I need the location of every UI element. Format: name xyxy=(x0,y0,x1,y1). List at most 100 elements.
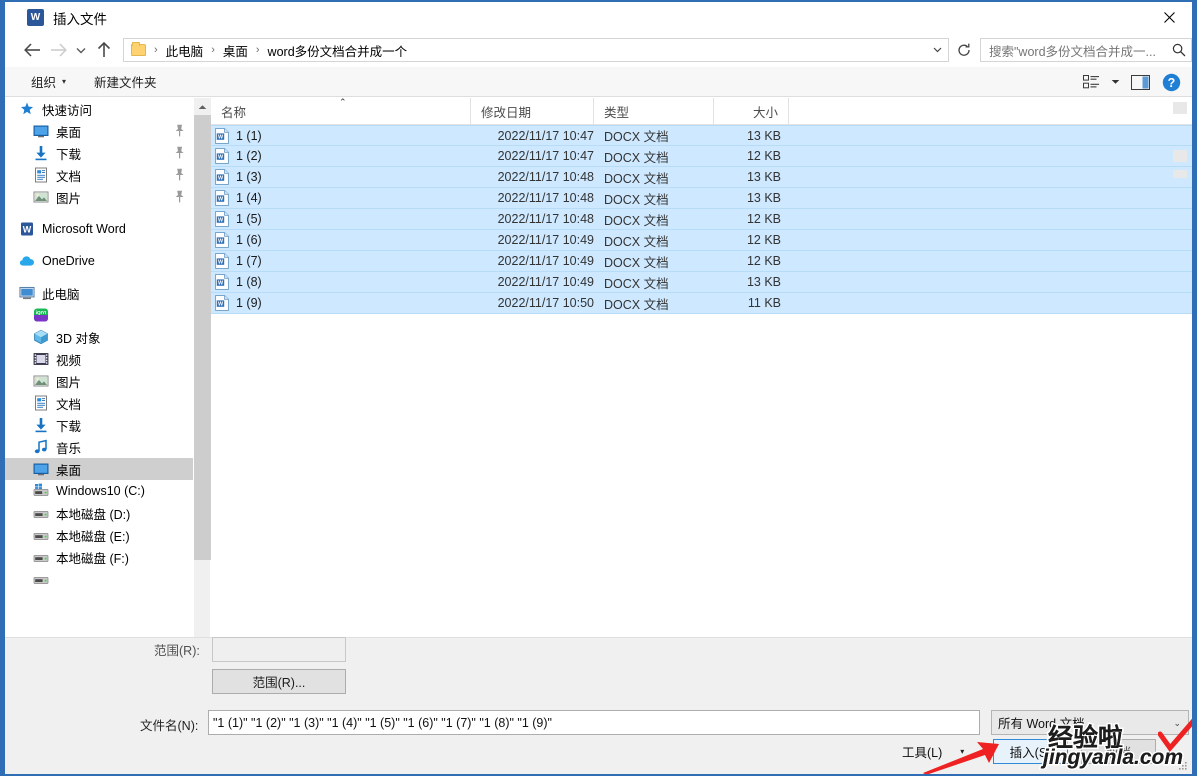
sidebar-item-label: 本地磁盘 (F:) xyxy=(56,551,129,566)
scroll-up-button[interactable] xyxy=(194,98,211,115)
table-row[interactable]: W 1 (9) 2022/11/17 10:50 DOCX 文档 11 KB xyxy=(211,293,1192,314)
word-icon-wrap: W xyxy=(19,221,35,237)
table-row[interactable]: W 1 (8) 2022/11/17 10:49 DOCX 文档 13 KB xyxy=(211,272,1192,293)
table-row[interactable]: W 1 (4) 2022/11/17 10:48 DOCX 文档 13 KB xyxy=(211,188,1192,209)
desktop-icon xyxy=(33,463,49,476)
pictures-icon-wrap xyxy=(33,373,49,389)
sidebar-item-iqiyi-icon[interactable]: iQIYI xyxy=(5,304,193,326)
pin-icon[interactable] xyxy=(174,168,185,181)
forward-button[interactable] xyxy=(45,37,71,63)
resize-grip[interactable] xyxy=(1176,759,1188,771)
file-rows: W 1 (1) 2022/11/17 10:47 DOCX 文档 13 KB W 1 (2)… xyxy=(211,125,1192,314)
file-date-cell: 2022/11/17 10:47 xyxy=(497,128,594,143)
sidebar-item-windows10c[interactable]: Windows10 (C:) xyxy=(5,480,193,502)
new-folder-button[interactable]: 新建文件夹 xyxy=(86,68,165,95)
drive-icon-wrap xyxy=(33,505,49,521)
drive-icon-wrap xyxy=(33,571,49,587)
view-options-button[interactable] xyxy=(1107,70,1124,94)
refresh-button[interactable] xyxy=(952,38,976,62)
sidebar-item-图片[interactable]: 图片 xyxy=(5,186,193,208)
table-row[interactable]: W 1 (6) 2022/11/17 10:49 DOCX 文档 12 KB xyxy=(211,230,1192,251)
column-header-date[interactable]: 修改日期 xyxy=(471,97,594,125)
sidebar-item-label: 图片 xyxy=(56,375,82,390)
file-size-cell: 12 KB xyxy=(746,212,781,226)
change-view-button[interactable] xyxy=(1077,70,1105,94)
column-header-name-label: 名称 xyxy=(221,105,247,120)
drive-icon xyxy=(33,577,49,584)
sidebar-item-label: 视频 xyxy=(56,353,82,368)
sidebar-item-label: 下载 xyxy=(56,419,82,434)
search-box[interactable]: 搜索"word多份文档合并成一... xyxy=(980,38,1192,62)
pin-icon[interactable] xyxy=(174,124,185,137)
file-size-cell: 13 KB xyxy=(746,191,781,205)
cancel-button[interactable]: 取消 xyxy=(1081,739,1156,764)
back-arrow-icon xyxy=(23,43,40,57)
sidebar-item-桌面[interactable]: 桌面 xyxy=(5,458,193,480)
sidebar-item-本地磁盘e[interactable]: 本地磁盘 (E:) xyxy=(5,524,193,546)
drive-icon xyxy=(33,511,49,518)
pictures-icon-wrap xyxy=(33,189,49,205)
table-row[interactable]: W 1 (1) 2022/11/17 10:47 DOCX 文档 13 KB xyxy=(211,125,1192,146)
column-header-type[interactable]: 类型 xyxy=(594,97,714,125)
scrollbar-thumb[interactable] xyxy=(194,115,211,560)
chevron-down-icon xyxy=(933,47,941,53)
range-button[interactable]: 范围(R)... xyxy=(212,669,346,694)
table-row[interactable]: W 1 (5) 2022/11/17 10:48 DOCX 文档 12 KB xyxy=(211,209,1192,230)
sidebar-item-文档[interactable]: 文档 xyxy=(5,392,193,414)
up-button[interactable] xyxy=(91,37,117,63)
table-row[interactable]: W 1 (7) 2022/11/17 10:49 DOCX 文档 12 KB xyxy=(211,251,1192,272)
sidebar-item-onedrive[interactable]: OneDrive xyxy=(5,250,193,272)
docx-file-icon: W xyxy=(215,253,229,269)
breadcrumb[interactable]: › 此电脑 › 桌面 › word多份文档合并成一个 xyxy=(123,38,949,62)
sidebar-item-本地磁盘d[interactable]: 本地磁盘 (D:) xyxy=(5,502,193,524)
desktop-icon xyxy=(33,125,49,138)
sidebar-item-partial[interactable] xyxy=(5,568,193,590)
filename-input[interactable]: "1 (1)" "1 (2)" "1 (3)" "1 (4)" "1 (5)" … xyxy=(208,710,980,735)
sidebar-item-文档[interactable]: 文档 xyxy=(5,164,193,186)
sidebar-item-快速访问[interactable]: 快速访问 xyxy=(5,98,193,120)
preview-pane-button[interactable] xyxy=(1126,70,1154,94)
sidebar-item-音乐[interactable]: 音乐 xyxy=(5,436,193,458)
this-pc-icon xyxy=(19,286,35,300)
breadcrumb-item-0[interactable]: 此电脑 xyxy=(164,40,206,61)
sidebar-item-本地磁盘f[interactable]: 本地磁盘 (F:) xyxy=(5,546,193,568)
column-header-size[interactable]: 大小 xyxy=(714,97,789,125)
sidebar-item-图片[interactable]: 图片 xyxy=(5,370,193,392)
file-name-cell: W 1 (7) xyxy=(211,253,471,269)
insert-button[interactable]: 插入(S) xyxy=(993,739,1068,764)
sidebar-item-label: 3D 对象 xyxy=(56,331,101,346)
sidebar-item-此电脑[interactable]: 此电脑 xyxy=(5,282,193,304)
sidebar-item-桌面[interactable]: 桌面 xyxy=(5,120,193,142)
organize-button[interactable]: 组织 ▾ xyxy=(23,68,74,95)
file-type-select[interactable]: 所有 Word 文档 ⌄ xyxy=(991,710,1189,735)
file-name-text: 1 (9) xyxy=(236,296,262,310)
file-name-text: 1 (4) xyxy=(236,191,262,205)
recent-locations-button[interactable] xyxy=(71,37,91,63)
file-type-cell: DOCX 文档 xyxy=(604,297,669,312)
table-row[interactable]: W 1 (2) 2022/11/17 10:47 DOCX 文档 12 KB xyxy=(211,146,1192,167)
pin-icon[interactable] xyxy=(174,146,185,159)
navigation-pane[interactable]: 快速访问 桌面 下载 文档 图片 W Microsoft Word OneDrive 此电脑 iQ… xyxy=(5,98,193,637)
column-header-name[interactable]: 名称 ⌃ xyxy=(211,97,471,125)
breadcrumb-item-2[interactable]: word多份文档合并成一个 xyxy=(266,40,410,61)
table-row[interactable]: W 1 (3) 2022/11/17 10:48 DOCX 文档 13 KB xyxy=(211,167,1192,188)
back-button[interactable] xyxy=(19,37,45,63)
sidebar-scrollbar[interactable] xyxy=(193,98,211,750)
tools-button[interactable]: 工具(L) ▾ xyxy=(902,742,964,761)
close-button[interactable] xyxy=(1146,2,1192,33)
search-input[interactable]: 搜索"word多份文档合并成一... xyxy=(989,41,1167,60)
range-input[interactable] xyxy=(212,637,346,662)
breadcrumb-dropdown-button[interactable] xyxy=(926,39,948,61)
sidebar-item-label: 桌面 xyxy=(56,463,82,478)
sidebar-item-3d对象[interactable]: 3D 对象 xyxy=(5,326,193,348)
sidebar-item-microsoftword[interactable]: W Microsoft Word xyxy=(5,218,193,240)
sidebar-item-视频[interactable]: 视频 xyxy=(5,348,193,370)
help-button[interactable]: ? xyxy=(1156,70,1186,94)
file-type-cell: DOCX 文档 xyxy=(604,192,669,207)
sidebar-item-下载[interactable]: 下载 xyxy=(5,142,193,164)
file-list-view[interactable]: 名称 ⌃ 修改日期 类型 大小 W 1 (1) 2022/11/17 10:47 DO… xyxy=(211,97,1192,637)
docx-file-icon: W xyxy=(215,274,229,290)
sidebar-item-下载[interactable]: 下载 xyxy=(5,414,193,436)
breadcrumb-item-1[interactable]: 桌面 xyxy=(221,40,250,61)
pin-icon[interactable] xyxy=(174,190,185,203)
